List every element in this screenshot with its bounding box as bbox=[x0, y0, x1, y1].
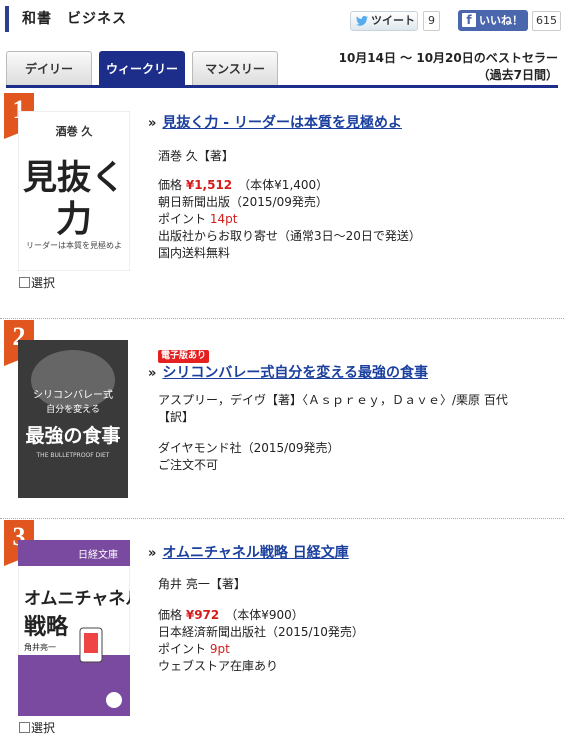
tab-underline bbox=[6, 85, 558, 88]
facebook-like-button[interactable]: f いいね！ bbox=[458, 10, 528, 31]
cover-title-line2: 自分を変える bbox=[46, 403, 100, 415]
book-info: 電子版あり » シリコンバレー式自分を変える最強の食事 アスプリー，デイヴ【著】〈… bbox=[148, 347, 558, 474]
price-row: 価格 ¥972 （本体¥900） bbox=[158, 607, 558, 624]
points-label: ポイント bbox=[158, 212, 207, 226]
select-label: 選択 bbox=[31, 721, 56, 735]
like-count: 615 bbox=[532, 11, 561, 31]
ranking-item: 1 酒巻 久 見抜く 力 リーダーは本質を見極めよ 選択 » 見抜く力 - リーダ… bbox=[0, 93, 564, 319]
cover-title-line2: 力 bbox=[56, 199, 92, 240]
cover-subtitle: リーダーは本質を見極めよ bbox=[26, 240, 122, 250]
book-title[interactable]: オムニチャネル戦略 日経文庫 bbox=[162, 545, 348, 561]
publisher: 日本経済新聞出版社（2015/10発売） bbox=[158, 625, 364, 639]
cover-title-line2: 戦略 bbox=[24, 614, 69, 640]
book-author-cont: 【訳】 bbox=[158, 410, 195, 424]
page-header: 和書 ビジネス ツイート 9 f いいね！ 615 bbox=[0, 0, 564, 38]
cover-author: 酒巻 久 bbox=[56, 124, 94, 138]
tweet-button[interactable]: ツイート bbox=[350, 11, 418, 31]
book-cover[interactable]: 酒巻 久 見抜く 力 リーダーは本質を見極めよ bbox=[18, 111, 130, 271]
cover-subtitle: THE BULLETPROOF DIET bbox=[36, 452, 110, 459]
double-chevron-icon: » bbox=[148, 116, 157, 131]
header-accent-bar bbox=[5, 6, 9, 32]
stock-status: 出版社からお取り寄せ（通常3日〜20日で発送） bbox=[158, 229, 421, 243]
book-author: 酒巻 久【著】 bbox=[158, 149, 234, 163]
select-label: 選択 bbox=[31, 276, 56, 290]
tweet-label: ツイート bbox=[371, 14, 415, 27]
twitter-bird-icon bbox=[356, 16, 368, 26]
publisher: ダイヤモンド社（2015/09発売） bbox=[158, 441, 340, 455]
price-base: （本体¥1,400） bbox=[244, 178, 329, 192]
book-info: » オムニチャネル戦略 日経文庫 角井 亮一【著】 価格 ¥972 （本体¥900… bbox=[148, 543, 558, 675]
book-title[interactable]: 見抜く力 - リーダーは本質を見極めよ bbox=[162, 115, 402, 131]
price-value: ¥972 bbox=[185, 608, 220, 622]
points-label: ポイント bbox=[158, 642, 207, 656]
points-value: 9pt bbox=[209, 642, 230, 656]
period-note: （過去7日間） bbox=[477, 68, 558, 82]
tab-monthly[interactable]: マンスリー bbox=[192, 51, 278, 85]
cover-author: 角井亮一 bbox=[24, 642, 56, 652]
ebook-badge: 電子版あり bbox=[158, 350, 210, 363]
ranking-item: 3 日経文庫 オムニチャネル 戦略 角井亮一 選択 »オムニチャネル戦略 日経文… bbox=[0, 520, 564, 751]
price-row: 価格 ¥1,512 （本体¥1,400） bbox=[158, 177, 558, 194]
book-cover[interactable]: シリコンバレー式 自分を変える 最強の食事 THE BULLETPROOF DI… bbox=[18, 340, 128, 498]
stock-status: ウェブストア在庫あり bbox=[158, 659, 279, 673]
checkbox-box[interactable] bbox=[19, 722, 30, 733]
price-label: 価格 bbox=[158, 178, 183, 192]
book-author: アスプリー，デイヴ【著】〈Ａｓｐｒｅｙ，Ｄａｖｅ〉/栗原 百代 bbox=[158, 393, 508, 407]
points-row: ポイント 14pt bbox=[158, 211, 558, 228]
cover-title-line1: 見抜く bbox=[23, 158, 125, 198]
price-value: ¥1,512 bbox=[185, 178, 233, 192]
facebook-icon: f bbox=[462, 13, 476, 27]
select-checkbox[interactable]: 選択 bbox=[19, 274, 55, 291]
book-info: » 見抜く力 - リーダーは本質を見極めよ 酒巻 久【著】 価格 ¥1,512 （… bbox=[148, 113, 558, 262]
tab-daily[interactable]: デイリー bbox=[6, 51, 92, 85]
like-label: いいね！ bbox=[479, 14, 523, 27]
book-title-link[interactable]: » シリコンバレー式自分を変える最強の食事 bbox=[148, 363, 558, 384]
period-range: 10月14日 〜 10月20日のベストセラー bbox=[338, 51, 558, 65]
price-base: （本体¥900） bbox=[231, 608, 304, 622]
book-title-link[interactable]: » オムニチャネル戦略 日経文庫 bbox=[148, 543, 558, 564]
book-title-link[interactable]: » 見抜く力 - リーダーは本質を見極めよ bbox=[148, 113, 558, 134]
cover-title-line3: 最強の食事 bbox=[25, 424, 120, 447]
tweet-count: 9 bbox=[423, 11, 440, 31]
ranking-item: 2 シリコンバレー式 自分を変える 最強の食事 THE BULLETPROOF … bbox=[0, 320, 564, 519]
category-title: 和書 ビジネス bbox=[22, 11, 127, 27]
double-chevron-icon: » bbox=[148, 546, 157, 561]
cover-label: 日経文庫 bbox=[78, 548, 118, 561]
book-title[interactable]: シリコンバレー式自分を変える最強の食事 bbox=[162, 365, 428, 381]
checkbox-box[interactable] bbox=[19, 277, 30, 288]
select-checkbox[interactable]: 選択 bbox=[19, 719, 55, 736]
price-label: 価格 bbox=[158, 608, 183, 622]
shipping-note: 国内送料無料 bbox=[158, 246, 231, 260]
double-chevron-icon: » bbox=[148, 366, 157, 381]
book-author: 角井 亮一【著】 bbox=[158, 577, 246, 591]
cover-title-line1: オムニチャネル bbox=[24, 589, 130, 609]
publisher: 朝日新聞出版（2015/09発売） bbox=[158, 195, 328, 209]
book-cover[interactable]: 日経文庫 オムニチャネル 戦略 角井亮一 bbox=[18, 540, 130, 716]
cover-title-line1: シリコンバレー式 bbox=[33, 388, 113, 401]
period-caption: 10月14日 〜 10月20日のベストセラー （過去7日間） bbox=[339, 50, 558, 84]
points-value: 14pt bbox=[209, 212, 238, 226]
tab-weekly[interactable]: ウィークリー bbox=[99, 51, 185, 85]
points-row: ポイント 9pt bbox=[158, 641, 558, 658]
stock-status: ご注文不可 bbox=[158, 458, 219, 472]
